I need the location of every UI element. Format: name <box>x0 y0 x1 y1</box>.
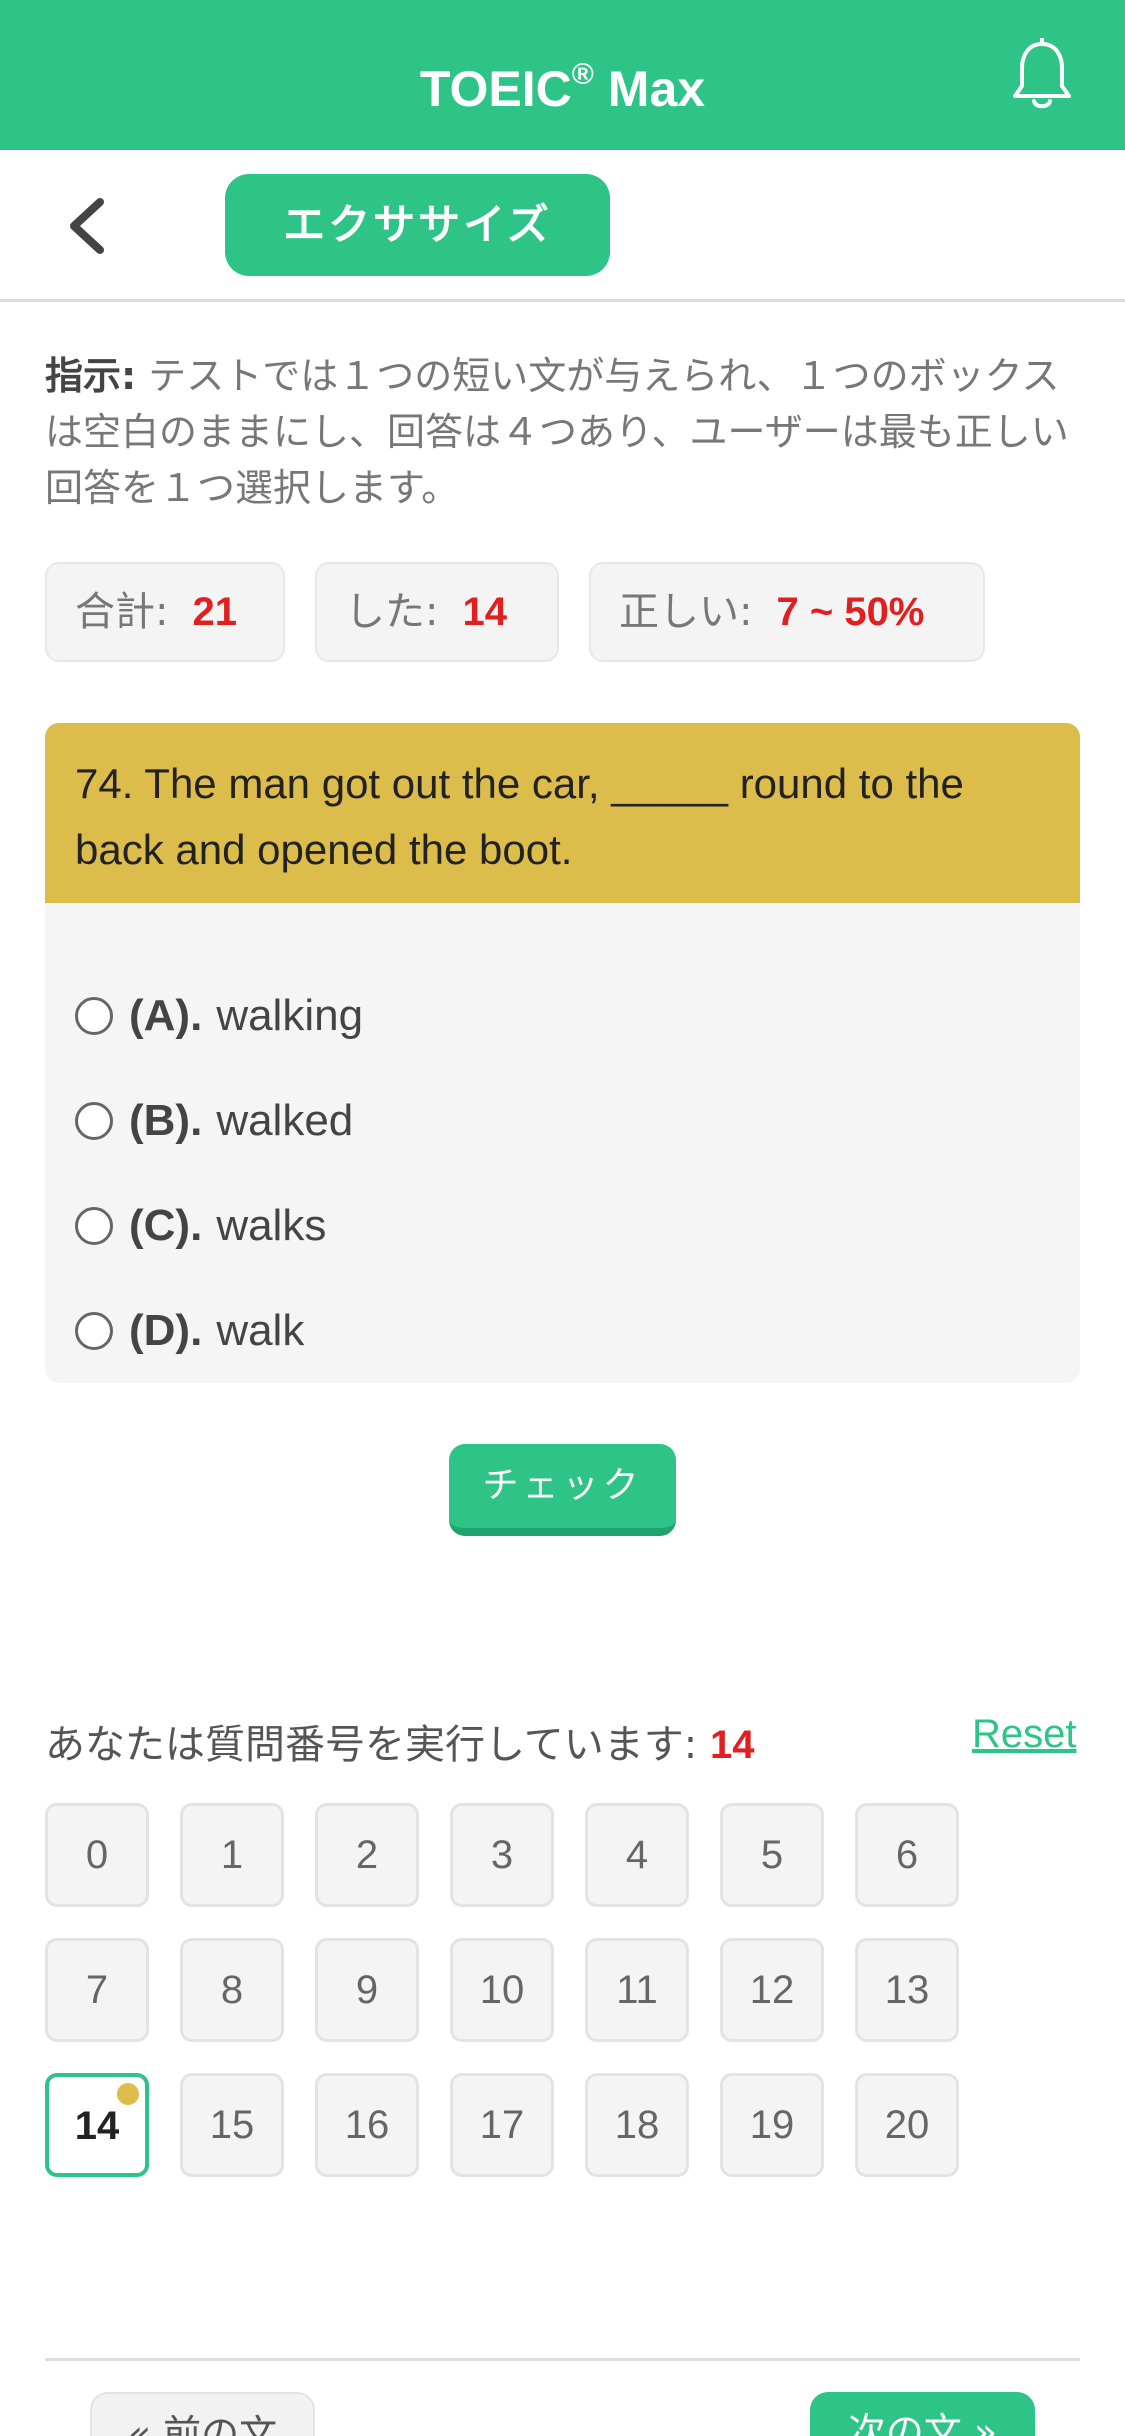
exercise-tab-button[interactable]: エクササイズ <box>225 174 610 276</box>
stat-total: 合計: 21 <box>45 562 285 662</box>
radio-button[interactable] <box>75 1207 113 1245</box>
instructions: 指示: テストでは１つの短い文が与えられ、１つのボックスは空白のままにし、回答は… <box>45 348 1080 516</box>
question-number-cell[interactable]: 2 <box>315 1803 419 1907</box>
radio-button[interactable] <box>75 1312 113 1350</box>
question-number-cell[interactable]: 5 <box>720 1803 824 1907</box>
question-number-cell[interactable]: 8 <box>180 1938 284 2042</box>
option-d[interactable]: (D). walk <box>75 1301 304 1361</box>
question-number-cell[interactable]: 4 <box>585 1803 689 1907</box>
next-sentence-button[interactable]: 次の文 » <box>810 2392 1035 2436</box>
question-number-cell[interactable]: 0 <box>45 1803 149 1907</box>
cell-label: 14 <box>74 2104 120 2148</box>
app-title: TOEIC® Max <box>419 58 706 117</box>
check-button[interactable]: チェック <box>449 1444 676 1536</box>
question-number-cell[interactable]: 14 <box>45 2073 149 2177</box>
reset-link[interactable]: Reset <box>972 1712 1077 1757</box>
question-number-cell[interactable]: 6 <box>855 1803 959 1907</box>
question-number-cell[interactable]: 11 <box>585 1938 689 2042</box>
stat-done: した: 14 <box>315 562 559 662</box>
question-number-cell[interactable]: 12 <box>720 1938 824 2042</box>
current-question-number: 14 <box>710 1723 755 1767</box>
question-number-cell[interactable]: 1 <box>180 1803 284 1907</box>
instructions-label: 指示: <box>45 354 137 398</box>
bell-icon[interactable] <box>1010 38 1074 112</box>
question-number-cell[interactable]: 7 <box>45 1938 149 2042</box>
question-number-cell[interactable]: 18 <box>585 2073 689 2177</box>
question-number-cell[interactable]: 20 <box>855 2073 959 2177</box>
question-number-cell[interactable]: 15 <box>180 2073 284 2177</box>
prev-sentence-button[interactable]: « 前の文 <box>90 2392 315 2436</box>
progress-label: あなたは質問番号を実行しています: 14 <box>45 1722 755 1768</box>
question-number-cell[interactable]: 10 <box>450 1938 554 2042</box>
question-number-cell[interactable]: 16 <box>315 2073 419 2177</box>
question-text: 74. The man got out the car, _____ round… <box>45 723 1080 903</box>
sub-toolbar: エクササイズ <box>0 150 1125 302</box>
radio-button[interactable] <box>75 997 113 1035</box>
option-b[interactable]: (B). walked <box>75 1091 353 1151</box>
divider <box>45 2358 1080 2361</box>
app-header: TOEIC® Max <box>0 0 1125 150</box>
stat-correct: 正しい: 7 ~ 50% <box>589 562 985 662</box>
question-number-cell[interactable]: 3 <box>450 1803 554 1907</box>
question-card: 74. The man got out the car, _____ round… <box>45 723 1080 1383</box>
option-a[interactable]: (A). walking <box>75 986 363 1046</box>
current-indicator-dot <box>117 2083 139 2105</box>
instructions-text: テストでは１つの短い文が与えられ、１つのボックスは空白のままにし、回答は４つあり… <box>45 354 1069 510</box>
chevron-left-icon[interactable] <box>62 196 112 256</box>
radio-button[interactable] <box>75 1102 113 1140</box>
option-c[interactable]: (C). walks <box>75 1196 326 1256</box>
question-number-cell[interactable]: 13 <box>855 1938 959 2042</box>
question-number-cell[interactable]: 17 <box>450 2073 554 2177</box>
question-number-cell[interactable]: 9 <box>315 1938 419 2042</box>
question-number-cell[interactable]: 19 <box>720 2073 824 2177</box>
